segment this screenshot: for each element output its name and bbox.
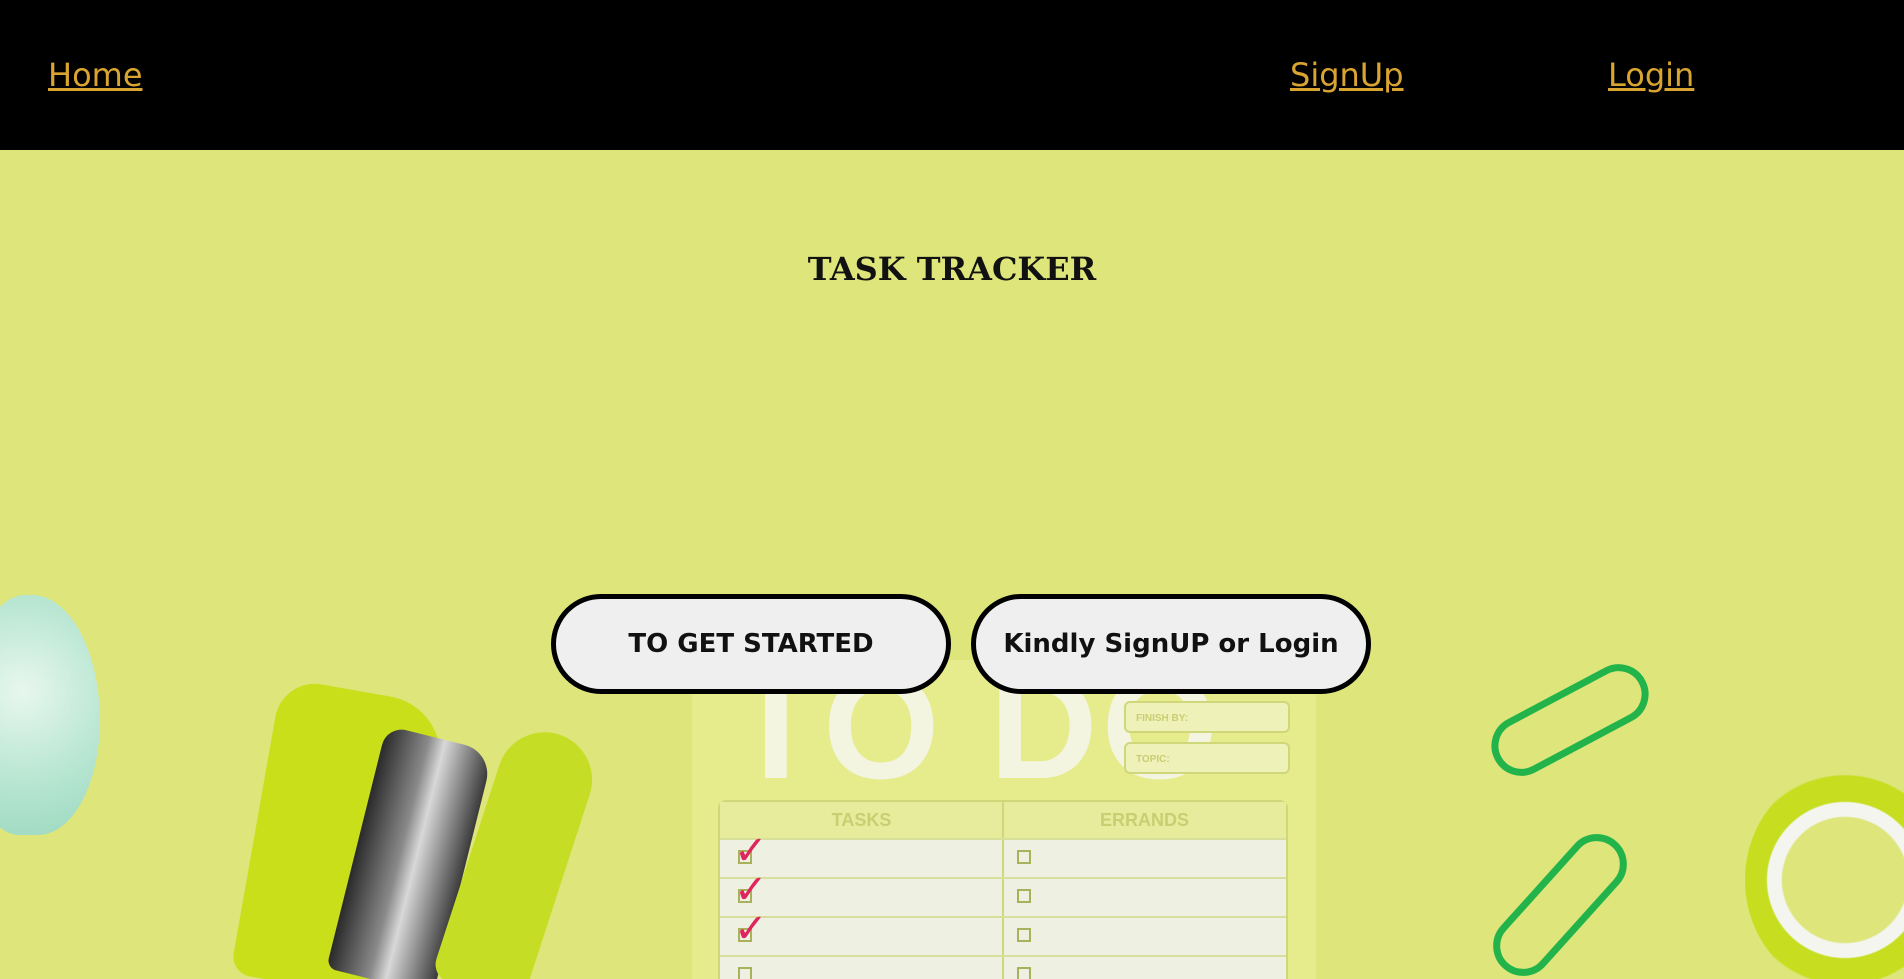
- checkmark-icon: ✓: [734, 906, 768, 952]
- crumpled-paper-image: [0, 595, 100, 835]
- top-navbar: Home SignUp Login: [0, 0, 1904, 150]
- get-started-button[interactable]: TO GET STARTED: [551, 594, 951, 694]
- checkbox-icon: [738, 967, 752, 979]
- nav-login-link[interactable]: Login: [1608, 56, 1694, 94]
- paperclip-image: [1480, 821, 1640, 979]
- table-row-line: [720, 877, 1286, 879]
- paperclip-image: [1480, 653, 1660, 787]
- nav-signup-link[interactable]: SignUp: [1290, 56, 1404, 94]
- checkbox-icon: [1017, 889, 1031, 903]
- checkbox-icon: [1017, 967, 1031, 979]
- tape-roll-image: [1745, 770, 1904, 979]
- table-divider: [1002, 802, 1004, 979]
- table-row-line: [720, 955, 1286, 957]
- topic-field-image: TOPIC:: [1124, 742, 1290, 774]
- checkbox-icon: [1017, 928, 1031, 942]
- nav-home-link[interactable]: Home: [48, 56, 143, 94]
- finish-by-field-image: FINISH BY:: [1124, 701, 1290, 733]
- table-row-line: [720, 838, 1286, 840]
- page-title: TASK TRACKER: [807, 250, 1097, 288]
- signup-login-button[interactable]: Kindly SignUP or Login: [971, 594, 1371, 694]
- hero-section: TO DO FINISH BY: TOPIC: TASKS ERRANDS ✓ …: [0, 150, 1904, 979]
- errands-column-header: ERRANDS: [1003, 802, 1286, 838]
- table-row-line: [720, 916, 1286, 918]
- checkbox-icon: [1017, 850, 1031, 864]
